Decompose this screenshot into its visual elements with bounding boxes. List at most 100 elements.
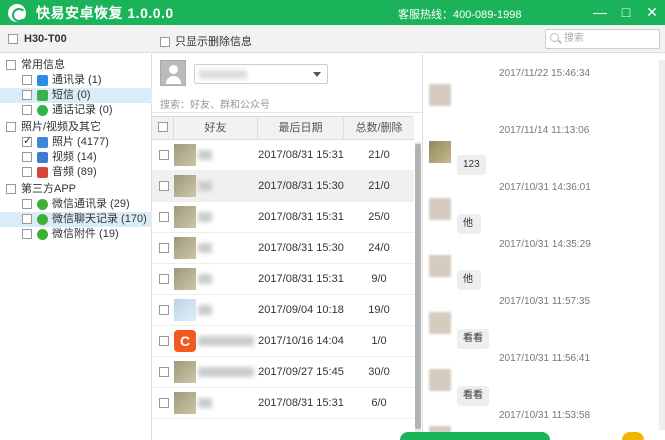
row-checkbox[interactable] [159, 305, 169, 315]
friend-name-blurred [198, 336, 254, 346]
item-checkbox[interactable] [22, 214, 32, 225]
group-checkbox[interactable] [6, 122, 16, 133]
item-checkbox[interactable] [22, 167, 32, 178]
message-bubble[interactable]: 他 [457, 214, 481, 234]
row-date: 2017/08/31 15:31 [258, 397, 344, 409]
list-scrollbar-thumb[interactable] [415, 144, 421, 429]
tree-item-contacts[interactable]: 通讯录 (1) [0, 73, 152, 88]
group-checkbox[interactable] [6, 60, 16, 71]
row-date: 2017/08/31 15:31 [258, 273, 344, 285]
message-bubble[interactable]: 123 [457, 155, 486, 175]
row-count: 30/0 [368, 366, 390, 378]
message-time: 2017/10/31 11:57:35 [499, 296, 591, 307]
table-row[interactable]: 2017/08/31 15:30 21/0 [152, 171, 414, 202]
table-row[interactable]: 2017/09/04 10:18 19/0 [152, 295, 414, 326]
category-tree: 常用信息 通讯录 (1) 短信 (0) 通话记录 (0) 照片/视频及其它 照片… [0, 54, 152, 440]
table-row[interactable]: 2017/08/31 15:30 24/0 [152, 233, 414, 264]
tree-item-photos[interactable]: 照片 (4177) [0, 134, 152, 150]
hotline-text: 客服热线：400-089-1998 [398, 9, 522, 21]
item-checkbox[interactable] [22, 229, 32, 240]
table-row[interactable]: 2017/10/16 14:04 1/0 [152, 326, 414, 357]
item-label: 短信 (0) [52, 89, 91, 101]
sender-avatar [429, 369, 451, 391]
only-deleted-toggle[interactable]: 只显示删除信息 [160, 33, 252, 49]
tree-item-wechat-chats[interactable]: 微信聊天记录 (170) [0, 212, 152, 227]
item-label: 照片 (4177) [52, 136, 109, 148]
item-label: 微信附件 (19) [52, 228, 119, 240]
audio-icon [37, 166, 48, 178]
row-checkbox[interactable] [159, 274, 169, 284]
table-row[interactable]: 2017/08/31 15:31 25/0 [152, 202, 414, 233]
item-label: 视频 (14) [52, 151, 97, 163]
tree-item-sms[interactable]: 短信 (0) [0, 88, 152, 103]
select-all-checkbox[interactable] [157, 122, 168, 133]
message-time: 2017/11/14 11:13:06 [499, 125, 590, 136]
recover-button[interactable] [400, 432, 550, 440]
message-bubble[interactable]: 看看 [457, 329, 489, 349]
row-checkbox[interactable] [159, 398, 169, 408]
friend-name-blurred [198, 150, 212, 160]
video-icon [37, 151, 48, 163]
message-time: 2017/10/31 14:36:01 [499, 182, 591, 193]
friend-name-blurred [198, 181, 212, 191]
tree-group-media[interactable]: 照片/视频及其它 [0, 120, 152, 135]
friend-avatar [174, 206, 196, 228]
tree-item-videos[interactable]: 视频 (14) [0, 150, 152, 165]
friend-avatar [174, 361, 196, 383]
friend-avatar [174, 330, 196, 352]
sender-avatar [429, 84, 451, 106]
row-date: 2017/09/27 15:45 [258, 366, 344, 378]
row-checkbox[interactable] [159, 336, 169, 346]
row-date: 2017/08/31 15:31 [258, 211, 344, 223]
item-checkbox[interactable] [22, 90, 32, 101]
message-time: 2017/10/31 11:53:58 [499, 410, 591, 421]
friend-avatar [174, 392, 196, 414]
header-select-all[interactable] [152, 117, 174, 139]
row-checkbox[interactable] [159, 243, 169, 253]
table-row[interactable]: 2017/08/31 15:31 9/0 [152, 264, 414, 295]
tree-group-common[interactable]: 常用信息 [0, 58, 152, 73]
group-label: 照片/视频及其它 [21, 121, 102, 133]
header-date[interactable]: 最后日期 [258, 117, 344, 139]
divider [152, 112, 422, 113]
minimize-button[interactable]: — [590, 2, 610, 22]
header-friend[interactable]: 好友 [174, 117, 258, 139]
close-button[interactable]: ✕ [642, 2, 662, 22]
chat-scrollbar[interactable] [659, 60, 665, 430]
item-checkbox[interactable] [22, 199, 32, 210]
group-checkbox[interactable] [6, 184, 16, 195]
wechat-icon [37, 228, 48, 240]
row-checkbox[interactable] [159, 212, 169, 222]
item-checkbox[interactable] [22, 134, 32, 149]
device-checkbox[interactable] [8, 34, 18, 45]
tree-group-third-party[interactable]: 第三方APP [0, 182, 152, 197]
tree-item-calls[interactable]: 通话记录 (0) [0, 103, 152, 118]
search-icon [550, 33, 559, 42]
search-input[interactable]: 搜索 [545, 29, 660, 49]
item-checkbox[interactable] [22, 105, 32, 116]
item-checkbox[interactable] [22, 75, 32, 86]
tree-item-audio[interactable]: 音频 (89) [0, 165, 152, 180]
app-logo-icon [8, 3, 26, 22]
account-dropdown[interactable] [194, 64, 328, 84]
message-bubble[interactable]: 他 [457, 270, 481, 290]
table-row[interactable]: 2017/08/31 15:31 21/0 [152, 140, 414, 171]
row-checkbox[interactable] [159, 181, 169, 191]
table-row[interactable]: 2017/08/31 15:31 6/0 [152, 388, 414, 419]
help-icon[interactable] [622, 432, 644, 440]
friend-search-input[interactable]: 搜索：好友、群和公众号 [160, 96, 270, 111]
row-count: 19/0 [368, 304, 390, 316]
row-checkbox[interactable] [159, 150, 169, 160]
header-count[interactable]: 总数/删除 [344, 117, 414, 139]
device-selector[interactable]: H30-T00 [8, 33, 67, 45]
table-row[interactable]: 2017/09/27 15:45 30/0 [152, 357, 414, 388]
maximize-button[interactable]: □ [616, 2, 636, 22]
message-bubble[interactable]: 看看 [457, 386, 489, 406]
item-label: 通讯录 (1) [52, 74, 102, 86]
tree-item-wechat-contacts[interactable]: 微信通讯录 (29) [0, 197, 152, 212]
item-checkbox[interactable] [22, 152, 32, 163]
message-time: 2017/11/22 15:46:34 [499, 68, 591, 79]
row-checkbox[interactable] [159, 367, 169, 377]
tree-item-wechat-attachments[interactable]: 微信附件 (19) [0, 227, 152, 242]
only-deleted-checkbox[interactable] [160, 37, 170, 48]
